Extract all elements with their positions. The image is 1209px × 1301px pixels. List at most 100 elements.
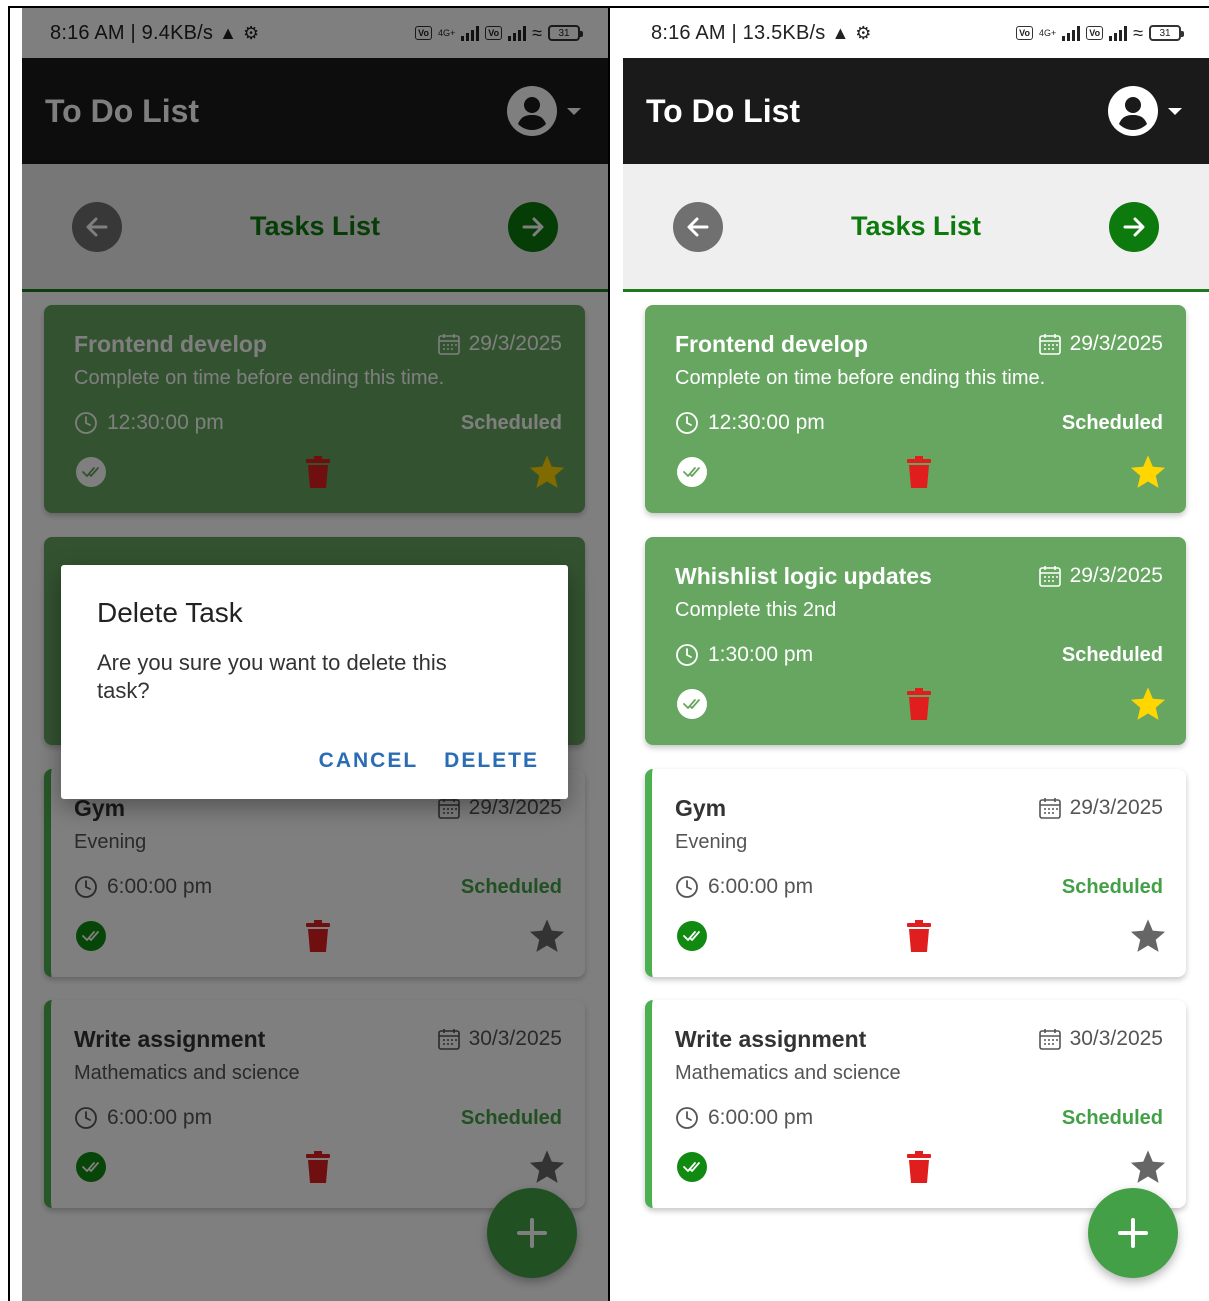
task-date-text: 29/3/2025 xyxy=(1069,796,1163,819)
task-title: Write assignment xyxy=(675,1025,867,1052)
clock-icon xyxy=(676,876,698,898)
app-bar: To Do List xyxy=(623,58,1209,164)
task-date: 29/3/2025 xyxy=(1038,796,1163,820)
wifi-icon: ≈ xyxy=(1133,22,1143,43)
task-time: 6:00:00 pm xyxy=(675,875,813,899)
volte-icon: Vo xyxy=(1016,26,1033,40)
clock-icon xyxy=(676,412,698,434)
dialog-actions: CANCEL DELETE xyxy=(319,749,539,773)
task-actions-row xyxy=(675,1142,1166,1192)
autofill-icon: ▲ xyxy=(831,22,850,43)
task-description: Complete this 2nd xyxy=(675,599,837,621)
complete-task-button[interactable] xyxy=(677,921,707,951)
status-icons: Vo 4G+ Vo ≈ 31 xyxy=(1016,22,1184,44)
status-badge: Scheduled xyxy=(1061,411,1163,434)
calendar-icon xyxy=(1038,334,1061,355)
network-type-label: 4G+ xyxy=(1039,28,1057,38)
complete-task-button[interactable] xyxy=(677,1152,707,1182)
battery-icon: 31 xyxy=(1149,25,1184,41)
profile-menu-button[interactable] xyxy=(1108,86,1182,136)
double-check-icon xyxy=(683,467,700,477)
complete-task-button[interactable] xyxy=(677,457,707,487)
task-meta-row: 12:30:00 pm Scheduled xyxy=(675,409,1163,437)
status-badge: Scheduled xyxy=(1061,643,1163,666)
task-card[interactable]: Write assignment 30/3/2025 Mathematics and… xyxy=(645,1000,1186,1208)
signal-icon-2 xyxy=(1109,25,1128,41)
task-time-text: 6:00:00 pm xyxy=(708,1106,814,1129)
dialog-message: Are you sure you want to delete this tas… xyxy=(97,650,447,703)
star-icon[interactable] xyxy=(1129,917,1167,955)
plus-icon xyxy=(1118,1218,1148,1248)
tasks-header: Tasks List xyxy=(623,164,1209,292)
caret-down-icon xyxy=(1168,107,1182,115)
task-date-text: 30/3/2025 xyxy=(1069,1027,1163,1050)
status-badge: Scheduled xyxy=(1061,875,1163,898)
trash-icon[interactable] xyxy=(907,688,931,720)
task-description: Evening xyxy=(675,831,748,853)
task-description: Mathematics and science xyxy=(675,1062,901,1084)
task-time: 12:30:00 pm xyxy=(675,411,825,435)
double-check-icon xyxy=(683,699,700,709)
task-header-row: Write assignment 30/3/2025 xyxy=(675,1024,1163,1054)
app-title: To Do List xyxy=(646,92,801,129)
status-badge: Scheduled xyxy=(1061,1106,1163,1129)
task-header-row: Frontend develop 29/3/2025 xyxy=(675,329,1163,359)
task-title: Gym xyxy=(675,794,727,821)
task-time: 6:00:00 pm xyxy=(675,1106,813,1130)
dialog-title: Delete Task xyxy=(97,597,243,628)
task-meta-row: 1:30:00 pm Scheduled xyxy=(675,641,1163,669)
star-icon[interactable] xyxy=(1129,1148,1167,1186)
arrow-right-icon xyxy=(1123,217,1145,236)
delete-button[interactable]: DELETE xyxy=(444,749,539,773)
task-description: Complete on time before ending this time… xyxy=(675,367,1046,389)
previous-button[interactable] xyxy=(673,201,723,252)
account-circle-icon xyxy=(1108,86,1158,136)
task-header-row: Whishlist logic updates 29/3/2025 xyxy=(675,561,1163,591)
task-time: 1:30:00 pm xyxy=(675,643,813,667)
task-meta-row: 6:00:00 pm Scheduled xyxy=(675,873,1163,901)
add-task-button[interactable] xyxy=(1088,1188,1178,1278)
page-title: Tasks List xyxy=(850,211,982,241)
task-card[interactable]: Frontend develop 29/3/2025 Complete on tim… xyxy=(645,305,1186,513)
task-actions-row xyxy=(675,911,1166,961)
calendar-icon xyxy=(1038,798,1061,819)
task-title: Whishlist logic updates xyxy=(675,562,932,589)
task-time-text: 12:30:00 pm xyxy=(708,411,825,434)
trash-icon[interactable] xyxy=(907,1151,931,1183)
task-card[interactable]: Gym 29/3/2025 Evening 6:00:00 pm Scheduled xyxy=(645,769,1186,977)
calendar-icon xyxy=(1038,566,1061,587)
clock-icon xyxy=(676,1107,698,1129)
delete-task-dialog: Delete Task Are you sure you want to del… xyxy=(61,565,568,799)
task-meta-row: 6:00:00 pm Scheduled xyxy=(675,1104,1163,1132)
task-time-text: 1:30:00 pm xyxy=(708,643,814,666)
task-date: 29/3/2025 xyxy=(1038,332,1163,356)
double-check-icon xyxy=(683,1162,700,1172)
task-header-row: Gym 29/3/2025 xyxy=(675,793,1163,823)
double-check-icon xyxy=(683,931,700,941)
battery-level: 31 xyxy=(1159,27,1171,39)
status-bar: 8:16 AM | 13.5KB/s ▲ ⚙ Vo 4G+ Vo ≈ 31 xyxy=(623,8,1209,58)
star-icon[interactable] xyxy=(1129,453,1167,491)
task-date: 30/3/2025 xyxy=(1038,1027,1163,1051)
status-time: 8:16 AM | 13.5KB/s xyxy=(651,21,826,44)
frame-border-left xyxy=(8,8,10,1301)
task-date-text: 29/3/2025 xyxy=(1069,564,1163,587)
signal-icon xyxy=(1062,25,1081,41)
clock-icon xyxy=(676,644,698,666)
star-icon[interactable] xyxy=(1129,685,1167,723)
cancel-button[interactable]: CANCEL xyxy=(319,749,419,773)
task-actions-row xyxy=(675,679,1166,729)
trash-icon[interactable] xyxy=(907,456,931,488)
arrow-left-icon xyxy=(687,217,709,236)
trash-icon[interactable] xyxy=(907,920,931,952)
next-button[interactable] xyxy=(1109,201,1159,252)
task-actions-row xyxy=(675,447,1166,497)
settings-icon: ⚙ xyxy=(855,22,872,43)
complete-task-button[interactable] xyxy=(677,689,707,719)
phone-screen-left: 8:16 AM | 9.4KB/s ▲ ⚙ Vo 4G+ Vo ≈ 31 To … xyxy=(22,8,608,1301)
task-card[interactable]: Whishlist logic updates 29/3/2025 Complete… xyxy=(645,537,1186,745)
task-date: 29/3/2025 xyxy=(1038,564,1163,588)
task-title: Frontend develop xyxy=(675,330,868,357)
task-date-text: 29/3/2025 xyxy=(1069,332,1163,355)
calendar-icon xyxy=(1038,1029,1061,1050)
